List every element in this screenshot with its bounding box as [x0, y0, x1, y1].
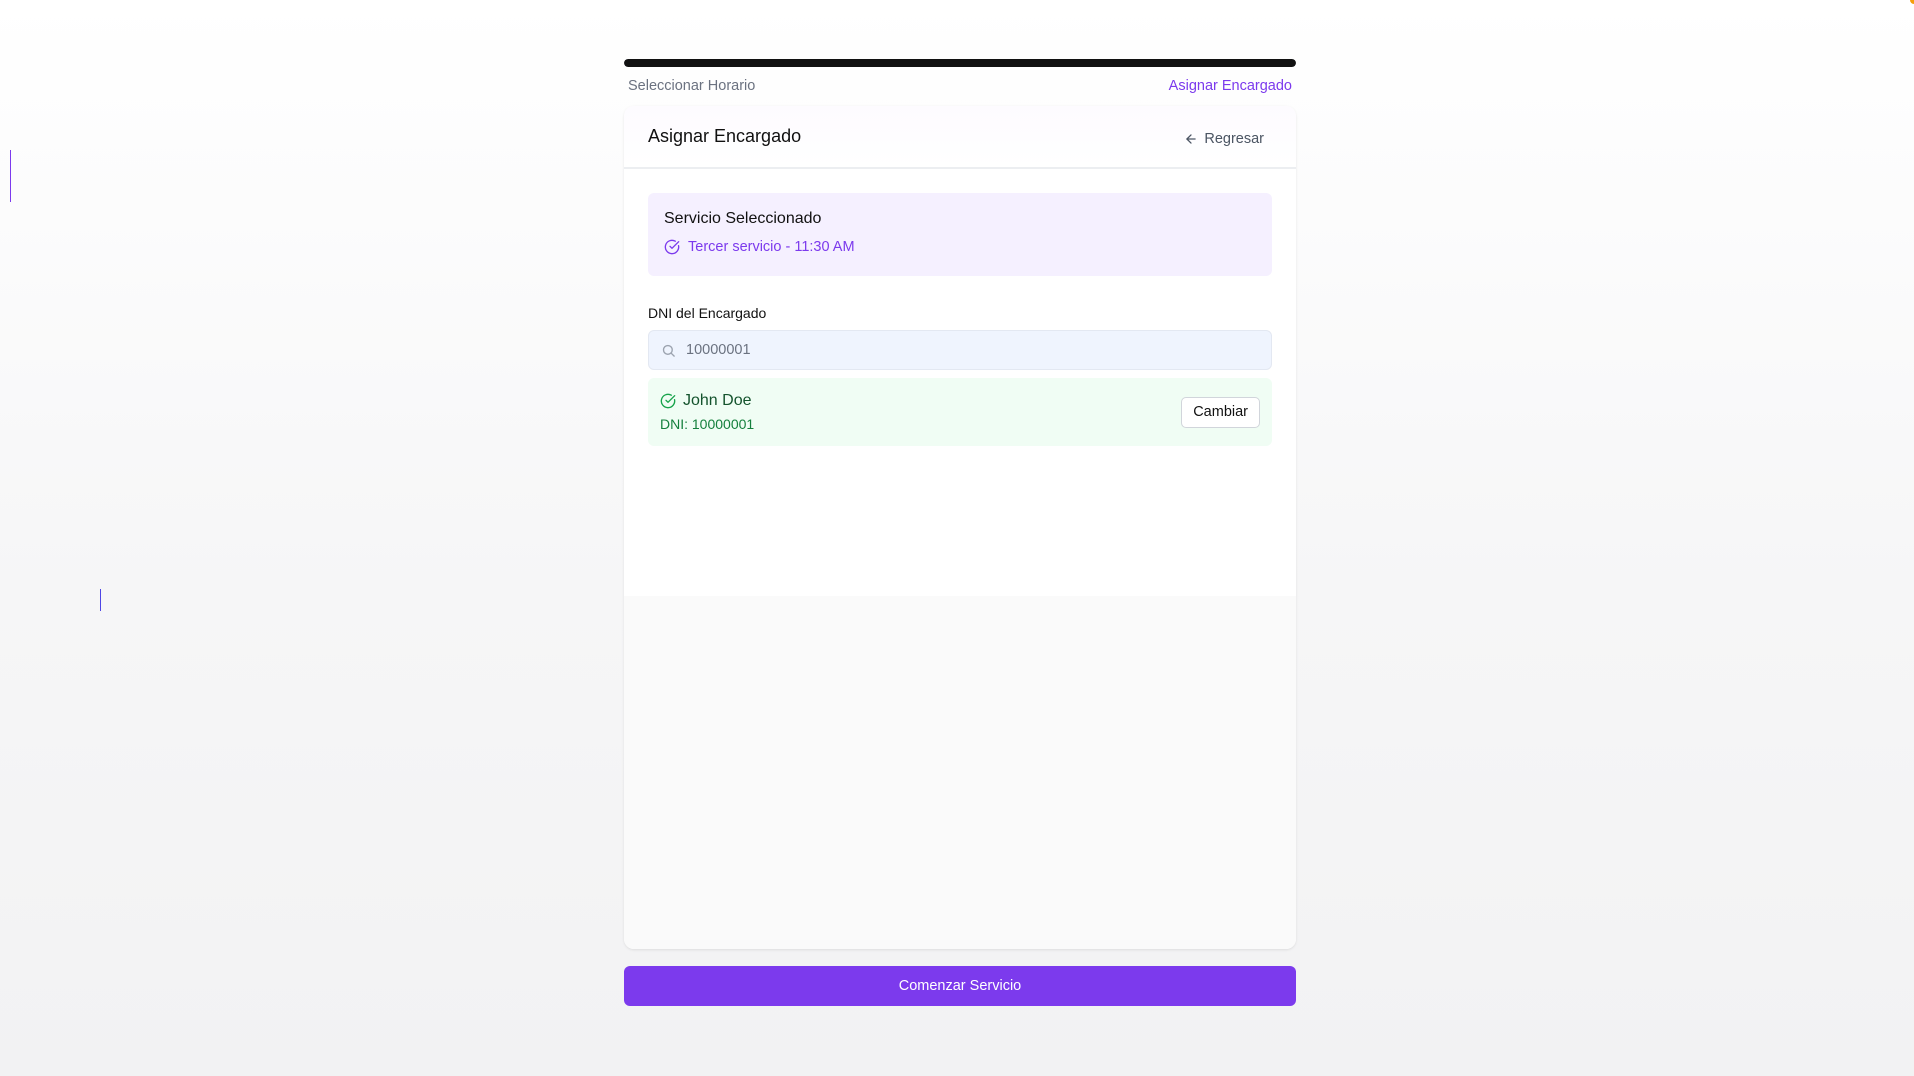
dni-input[interactable]	[686, 342, 1259, 358]
decorative-line	[10, 150, 11, 202]
check-circle-icon	[660, 393, 676, 409]
back-button[interactable]: Regresar	[1184, 131, 1264, 147]
card-body: Servicio Seleccionado Tercer servicio - …	[624, 169, 1296, 470]
arrow-left-icon	[1186, 133, 1197, 144]
person-name-row: John Doe	[660, 392, 754, 410]
wizard: Seleccionar Horario Asignar Encargado As…	[624, 59, 1296, 1006]
assign-card: Asignar Encargado Regresar Servicio Sele…	[624, 106, 1296, 949]
search-icon	[662, 344, 675, 357]
selected-service-detail: Tercer servicio - 11:30 AM	[664, 239, 1256, 255]
dni-search-field[interactable]	[648, 330, 1272, 370]
person-info: John Doe DNI: 10000001	[660, 392, 754, 432]
person-name: John Doe	[683, 392, 752, 409]
page: Seleccionar Horario Asignar Encargado As…	[0, 0, 1914, 1076]
card-header: Asignar Encargado Regresar	[624, 106, 1296, 169]
selected-service-heading: Servicio Seleccionado	[664, 210, 822, 227]
back-button-label: Regresar	[1204, 130, 1264, 147]
step-labels: Seleccionar Horario Asignar Encargado	[624, 78, 1296, 94]
selected-service-box: Servicio Seleccionado Tercer servicio - …	[648, 193, 1272, 276]
selected-service-text: Tercer servicio - 11:30 AM	[688, 239, 855, 255]
progress-bar	[624, 59, 1296, 67]
check-circle-icon	[664, 239, 680, 255]
selected-person-card: John Doe DNI: 10000001 Cambiar	[648, 378, 1272, 446]
start-service-button[interactable]: Comenzar Servicio	[624, 966, 1296, 1006]
card-title: Asignar Encargado	[648, 126, 802, 146]
change-button[interactable]: Cambiar	[1181, 396, 1260, 428]
card-lower-area	[624, 596, 1296, 949]
step-assign-manager[interactable]: Asignar Encargado	[1165, 78, 1296, 94]
text-cursor	[100, 589, 101, 611]
progress-fill	[624, 59, 1296, 67]
corner-dot	[1910, 0, 1914, 4]
person-dni: DNI: 10000001	[660, 416, 755, 432]
dni-field-label: DNI del Encargado	[648, 305, 767, 321]
step-select-schedule[interactable]: Seleccionar Horario	[624, 78, 759, 94]
